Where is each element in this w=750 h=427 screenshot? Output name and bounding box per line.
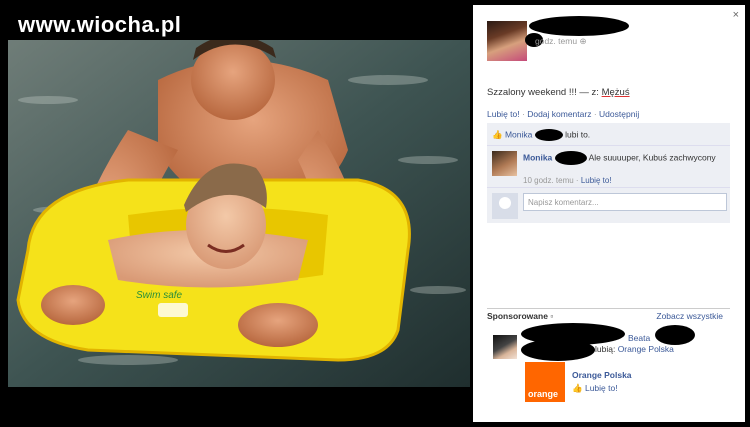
commenter-avatar[interactable]	[492, 151, 517, 176]
comment-time: 10 godz. temu	[523, 176, 574, 185]
likes-suffix: lubi to.	[565, 129, 591, 140]
post-status: Szzalony weekend !!! — z: Mężuś	[487, 87, 630, 98]
post-sidebar: × godz. temu ⊕ Szzalony weekend !!! — z:…	[473, 5, 745, 422]
comment-item: Monika Ale suuuuper, Kubuś zachwycony 10…	[487, 145, 730, 187]
photo-viewer[interactable]: Swim safe	[8, 40, 470, 387]
sponsored-title: Sponsorowane ▫	[487, 311, 554, 321]
redacted-surname	[554, 151, 587, 165]
redacted-friend-2	[521, 339, 595, 361]
default-avatar-icon	[492, 193, 518, 219]
photo-image: Swim safe	[8, 40, 470, 387]
ad-page-name[interactable]: Orange Polska	[572, 370, 632, 380]
orange-logo[interactable]: orange	[525, 362, 565, 402]
write-comment-row: Napisz komentarz...	[487, 187, 730, 223]
comment-link[interactable]: Dodaj komentarz	[527, 109, 591, 119]
comment-body: Monika Ale suuuuper, Kubuś zachwycony	[523, 151, 723, 165]
friend-name-link[interactable]: Beata	[628, 333, 650, 343]
friend-likes-line: lubią: Orange Polska	[595, 344, 674, 354]
tagged-person-link[interactable]: Mężuś	[602, 87, 630, 98]
comment-meta: 10 godz. temu · Lubię to!	[523, 176, 612, 185]
close-icon[interactable]: ×	[733, 9, 739, 21]
orange-logo-text: orange	[528, 389, 559, 399]
feedback-box: 👍 Monika lubi to. Monika Ale suuuuper, K…	[487, 123, 730, 223]
thumbs-up-icon: 👍	[572, 383, 583, 393]
redacted-friend-3	[655, 325, 695, 345]
ad-like-button[interactable]: 👍 Lubię to!	[572, 383, 618, 394]
redacted-author-name	[529, 16, 629, 36]
sponsored-icon: ▫	[550, 311, 554, 321]
post-actions: Lubię to! · Dodaj komentarz · Udostępnij	[487, 109, 639, 119]
thumbs-up-icon: 👍	[492, 129, 503, 140]
friend-avatar[interactable]	[493, 335, 517, 359]
likes-summary: 👍 Monika lubi to.	[492, 129, 590, 141]
comment-input[interactable]: Napisz komentarz...	[523, 193, 727, 211]
float-brand-text: Swim safe	[136, 290, 183, 301]
comment-text: Ale suuuuper, Kubuś zachwycony	[588, 152, 716, 163]
commenter-name[interactable]: Monika	[523, 152, 552, 162]
comment-like-link[interactable]: Lubię to!	[581, 176, 612, 185]
author-avatar[interactable]	[487, 21, 527, 61]
see-all-link[interactable]: Zobacz wszystkie	[656, 311, 723, 321]
redacted-surname	[534, 129, 563, 141]
share-link[interactable]: Udostępnij	[599, 109, 639, 119]
like-person-link[interactable]: Monika	[505, 129, 532, 139]
divider	[487, 308, 730, 309]
page-link[interactable]: Orange Polska	[618, 344, 674, 354]
globe-icon: ⊕	[579, 36, 587, 46]
like-link[interactable]: Lubię to!	[487, 109, 520, 119]
site-watermark: www.wiocha.pl	[18, 12, 182, 37]
post-timestamp: godz. temu ⊕	[535, 36, 587, 46]
